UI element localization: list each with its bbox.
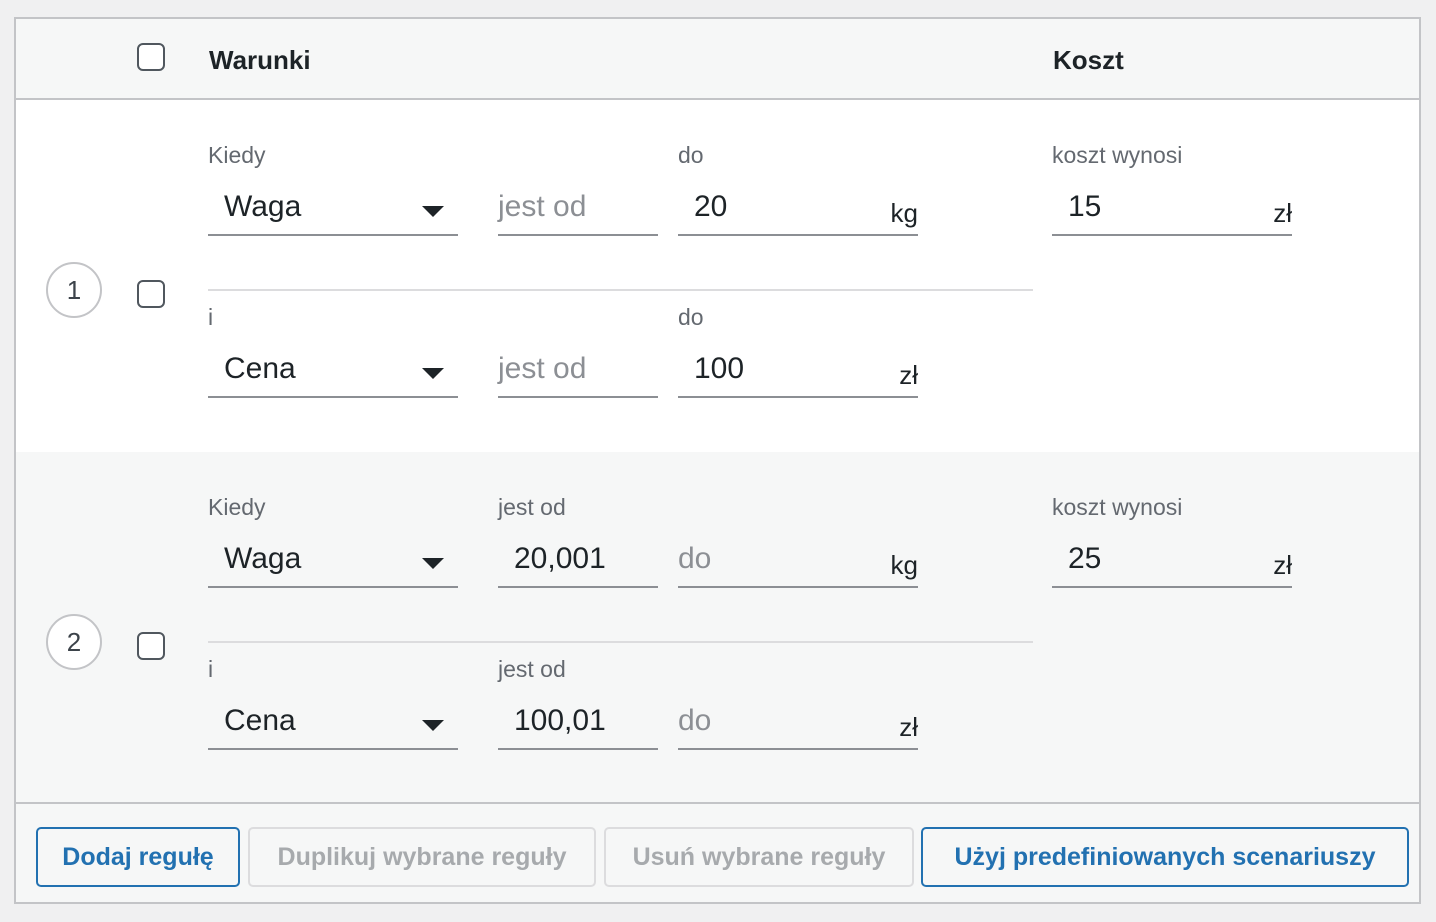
shipping-rules-table: Warunki Koszt 1 Kiedy do Waga jest od 20… [14,17,1421,904]
select-all-checkbox[interactable] [137,43,165,71]
cost-column-header: Koszt [1053,45,1124,75]
to-input[interactable]: do kg [678,538,918,588]
chevron-down-icon [422,558,444,569]
to-value: 100 [694,352,745,385]
condition-label-from: jest od [498,656,566,682]
unit-label: zł [899,712,918,742]
chevron-down-icon [422,720,444,731]
cost-input[interactable]: 25 zł [1052,538,1292,588]
to-input[interactable]: 20 kg [678,186,918,236]
from-input[interactable]: jest od [498,348,658,398]
from-placeholder: jest od [498,352,587,385]
rule-row-1: 1 Kiedy do Waga jest od 20 kg i do Cena … [16,100,1419,452]
condition-type-value: Waga [224,190,302,223]
condition-type-select[interactable]: Cena [208,348,458,398]
from-placeholder: jest od [498,190,587,223]
from-value: 100,01 [514,704,606,737]
from-value: 20,001 [514,542,606,575]
to-placeholder: do [678,542,712,575]
condition-type-value: Cena [224,352,296,385]
to-placeholder: do [678,704,712,737]
unit-label: kg [890,198,918,228]
condition-type-select[interactable]: Waga [208,538,458,588]
from-input[interactable]: jest od [498,186,658,236]
condition-label-from: jest od [498,494,566,520]
duplicate-selected-button[interactable]: Duplikuj wybrane reguły [248,827,596,887]
chevron-down-icon [422,206,444,217]
condition-divider [208,641,1033,643]
unit-label: zł [899,360,918,390]
condition-type-value: Cena [224,704,296,737]
from-input[interactable]: 100,01 [498,700,658,750]
condition-type-select[interactable]: Cena [208,700,458,750]
cost-unit: zł [1273,550,1292,580]
cost-value: 25 [1068,542,1102,575]
rule-number-badge: 2 [46,614,102,670]
condition-divider [208,289,1033,291]
cost-input[interactable]: 15 zł [1052,186,1292,236]
use-predefined-scenarios-button[interactable]: Użyj predefiniowanych scenariuszy [921,827,1409,887]
chevron-down-icon [422,368,444,379]
condition-label-to: do [678,142,704,168]
cost-label: koszt wynosi [1052,142,1183,168]
condition-label-and: i [208,656,214,682]
rule-2-checkbox[interactable] [137,632,165,660]
rule-number-badge: 1 [46,262,102,318]
rule-row-2: 2 Kiedy jest od Waga 20,001 do kg i jest… [16,452,1419,804]
delete-selected-button[interactable]: Usuń wybrane reguły [604,827,914,887]
to-input[interactable]: 100 zł [678,348,918,398]
cost-unit: zł [1273,198,1292,228]
rule-1-checkbox[interactable] [137,280,165,308]
condition-label-when: Kiedy [208,494,266,520]
add-rule-button[interactable]: Dodaj regułę [36,827,240,887]
cost-value: 15 [1068,190,1102,223]
cost-label: koszt wynosi [1052,494,1183,520]
condition-label-to: do [678,304,704,330]
condition-label-and: i [208,304,214,330]
from-input[interactable]: 20,001 [498,538,658,588]
unit-label: kg [890,550,918,580]
condition-type-value: Waga [224,542,302,575]
conditions-column-header: Warunki [209,45,311,75]
condition-type-select[interactable]: Waga [208,186,458,236]
condition-label-when: Kiedy [208,142,266,168]
to-input[interactable]: do zł [678,700,918,750]
to-value: 20 [694,190,728,223]
table-header: Warunki Koszt [16,19,1419,100]
